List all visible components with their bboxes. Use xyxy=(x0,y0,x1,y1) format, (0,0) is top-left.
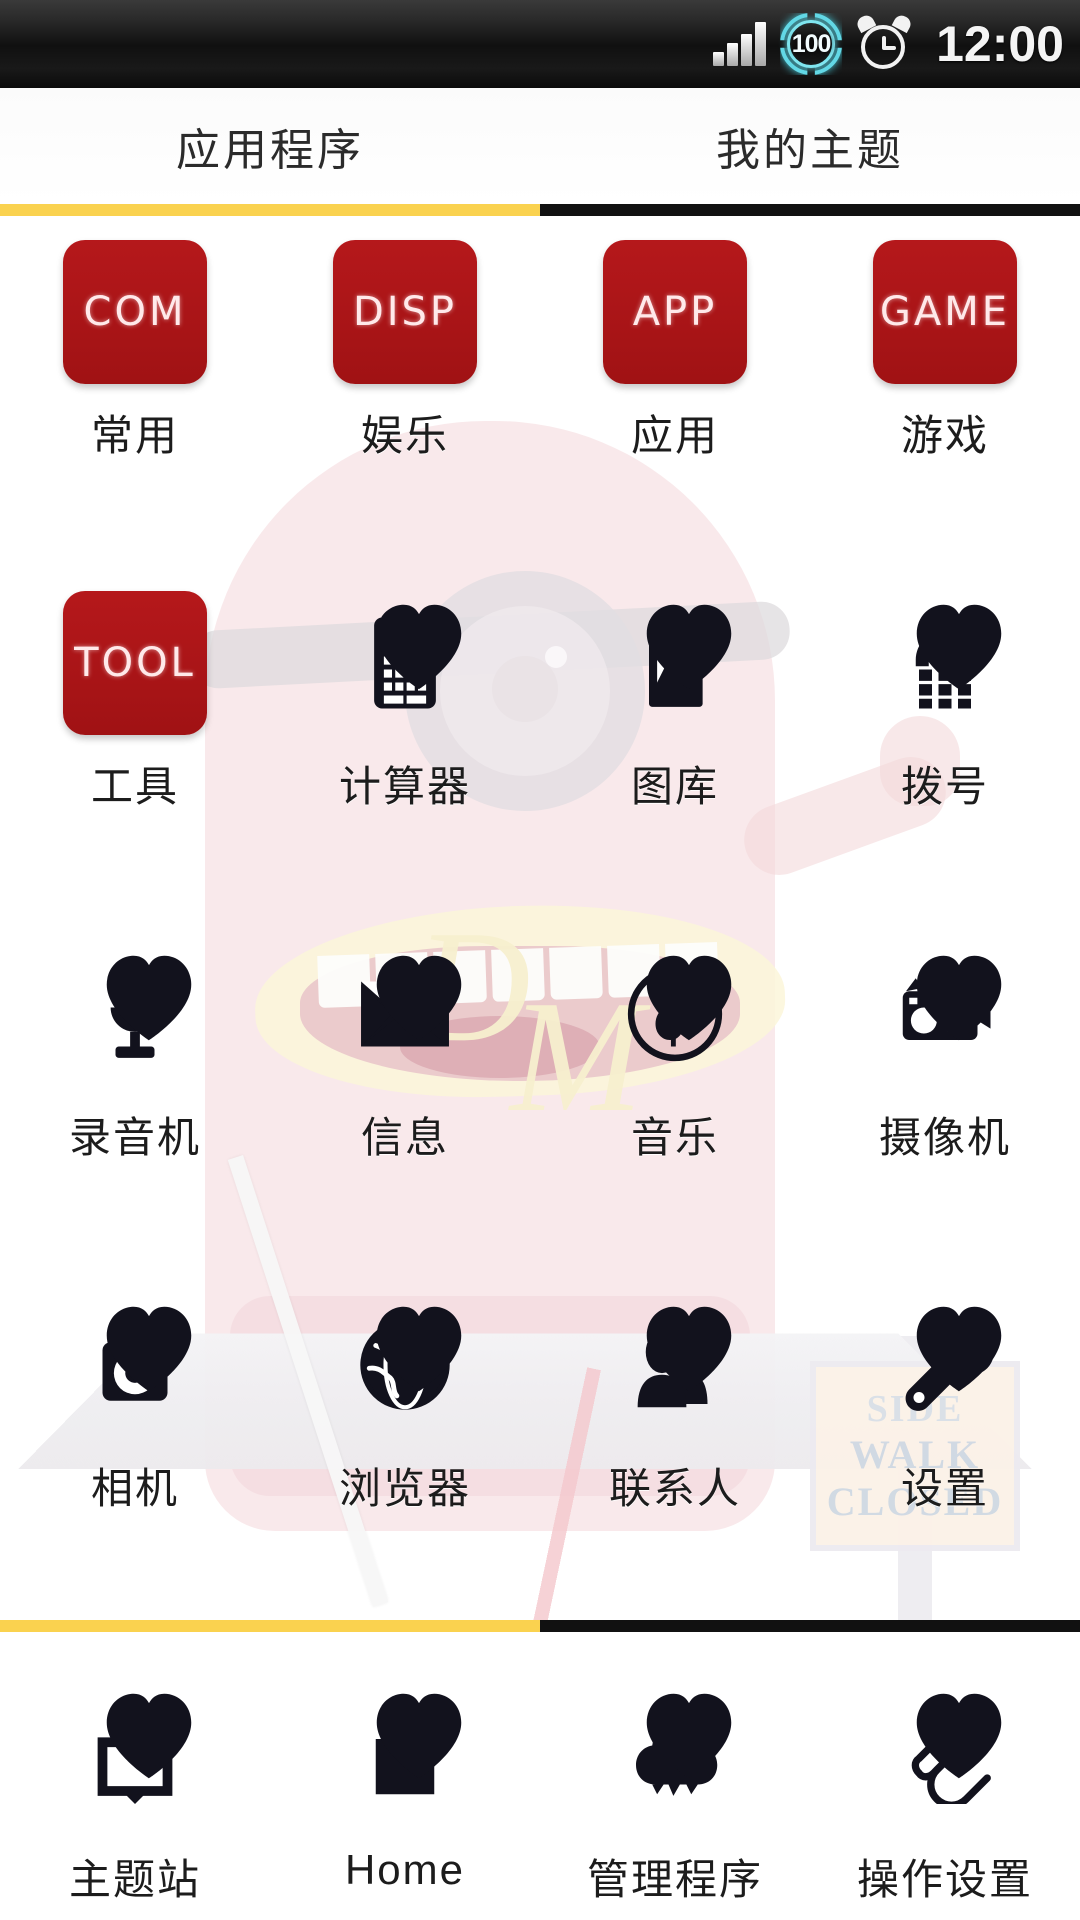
dock-label: 管理程序 xyxy=(586,1856,763,1903)
heart-accent-icon xyxy=(916,1693,1002,1779)
folder-app-tile[interactable]: APP xyxy=(603,240,747,384)
app-item-calculator[interactable]: 计算器 xyxy=(270,567,540,918)
dock-divider-active xyxy=(0,1620,540,1632)
app-label: 图库 xyxy=(630,763,719,810)
app-item-camera[interactable]: 相机 xyxy=(0,1269,270,1620)
status-clock: 12:00 xyxy=(936,16,1064,72)
dock-item-app-manager[interactable]: 管理程序 xyxy=(540,1632,810,1920)
app-item-display[interactable]: DISP 娱乐 xyxy=(270,216,540,567)
app-label: 摄像机 xyxy=(878,1114,1011,1161)
app-item-common[interactable]: COM 常用 xyxy=(0,216,270,567)
cloud-manage-icon[interactable] xyxy=(603,1680,747,1824)
app-label: 拨号 xyxy=(900,763,989,810)
globe-browser-icon[interactable] xyxy=(333,1293,477,1437)
camcorder-icon[interactable] xyxy=(873,942,1017,1086)
folder-common-tile[interactable]: COM xyxy=(63,240,207,384)
heart-accent-icon xyxy=(646,955,732,1041)
heart-accent-icon xyxy=(106,1693,192,1779)
folder-game-tile[interactable]: GAME xyxy=(873,240,1017,384)
app-label: 常用 xyxy=(90,412,179,459)
app-item-app[interactable]: APP 应用 xyxy=(540,216,810,567)
envelope-message-icon[interactable] xyxy=(333,942,477,1086)
contacts-people-icon[interactable] xyxy=(603,1293,747,1437)
gallery-picture-icon[interactable] xyxy=(603,591,747,735)
dock-label: Home xyxy=(344,1846,466,1893)
dock-label: 主题站 xyxy=(68,1856,201,1903)
app-item-contacts[interactable]: 联系人 xyxy=(540,1269,810,1620)
app-grid: COM 常用 DISP 娱乐 APP 应用 GAME 游戏 TOOL 工具 计算… xyxy=(0,216,1080,1620)
app-label: 娱乐 xyxy=(360,412,449,459)
wrench-settings-icon[interactable] xyxy=(873,1293,1017,1437)
app-label: 浏览器 xyxy=(338,1465,471,1512)
camera-icon[interactable] xyxy=(63,1293,207,1437)
heart-accent-icon xyxy=(376,955,462,1041)
theme-store-download-icon[interactable] xyxy=(63,1680,207,1824)
app-label: 音乐 xyxy=(630,1114,719,1161)
app-label: 工具 xyxy=(90,763,179,810)
dialpad-phone-icon[interactable] xyxy=(873,591,1017,735)
app-item-recorder[interactable]: 录音机 xyxy=(0,918,270,1269)
alarm-clock-icon xyxy=(854,12,914,72)
tab-indicator-strip xyxy=(0,204,1080,216)
tab-applications[interactable]: 应用程序 xyxy=(0,88,540,204)
heart-accent-icon xyxy=(646,1306,732,1392)
status-bar: 100 12:00 xyxy=(0,0,1080,88)
dock-item-theme-store[interactable]: 主题站 xyxy=(0,1632,270,1920)
music-note-circle-icon[interactable] xyxy=(603,942,747,1086)
dock-item-home[interactable]: Home xyxy=(270,1632,540,1920)
heart-accent-icon xyxy=(646,1693,732,1779)
tab-indicator-idle xyxy=(540,204,1080,216)
dock-bar: 主题站 Home 管理程序 操作设置 xyxy=(0,1632,1080,1920)
signal-bars-icon xyxy=(713,22,767,66)
app-item-gallery[interactable]: 图库 xyxy=(540,567,810,918)
app-label: 联系人 xyxy=(608,1465,741,1512)
app-item-music[interactable]: 音乐 xyxy=(540,918,810,1269)
calculator-icon[interactable] xyxy=(333,591,477,735)
app-label: 相机 xyxy=(90,1465,179,1512)
app-item-browser[interactable]: 浏览器 xyxy=(270,1269,540,1620)
app-item-settings[interactable]: 设置 xyxy=(810,1269,1080,1620)
heart-accent-icon xyxy=(106,955,192,1041)
heart-accent-icon xyxy=(376,1306,462,1392)
paperclip-settings-icon[interactable] xyxy=(873,1680,1017,1824)
dock-item-operation-settings[interactable]: 操作设置 xyxy=(810,1632,1080,1920)
app-label: 录音机 xyxy=(68,1114,201,1161)
app-item-game[interactable]: GAME 游戏 xyxy=(810,216,1080,567)
heart-accent-icon xyxy=(916,604,1002,690)
app-item-camcorder[interactable]: 摄像机 xyxy=(810,918,1080,1269)
app-item-dialer[interactable]: 拨号 xyxy=(810,567,1080,918)
heart-accent-icon xyxy=(916,1306,1002,1392)
app-item-tool[interactable]: TOOL 工具 xyxy=(0,567,270,918)
app-label: 应用 xyxy=(630,412,719,459)
folder-tool-tile[interactable]: TOOL xyxy=(63,591,207,735)
app-label: 游戏 xyxy=(900,412,989,459)
app-label: 信息 xyxy=(360,1114,449,1161)
app-label: 设置 xyxy=(900,1465,989,1512)
heart-accent-icon xyxy=(916,955,1002,1041)
heart-accent-icon xyxy=(106,1306,192,1392)
dock-divider-strip xyxy=(0,1620,1080,1632)
heart-accent-icon xyxy=(376,604,462,690)
battery-100-icon: 100 xyxy=(780,13,843,75)
tab-bar: 应用程序 我的主题 xyxy=(0,88,1080,204)
folder-display-tile[interactable]: DISP xyxy=(333,240,477,384)
app-label: 计算器 xyxy=(338,763,471,810)
microphone-icon[interactable] xyxy=(63,942,207,1086)
dock-divider-idle xyxy=(540,1620,1080,1632)
shopping-bag-icon[interactable] xyxy=(333,1680,477,1824)
tab-my-themes[interactable]: 我的主题 xyxy=(540,88,1080,204)
heart-accent-icon xyxy=(376,1693,462,1779)
battery-percent-label: 100 xyxy=(791,29,832,58)
dock-label: 操作设置 xyxy=(856,1856,1033,1903)
tab-indicator-active xyxy=(0,204,540,216)
app-item-messaging[interactable]: 信息 xyxy=(270,918,540,1269)
heart-accent-icon xyxy=(646,604,732,690)
